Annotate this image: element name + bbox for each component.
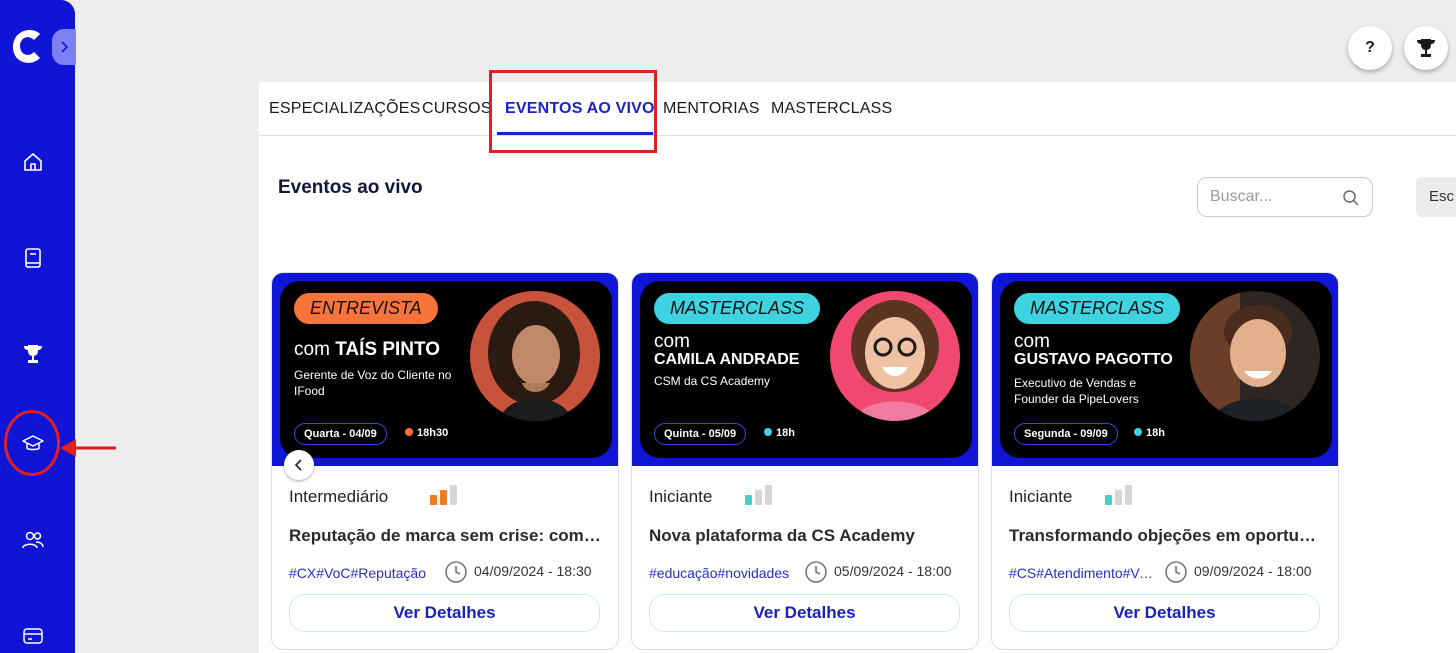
speaker-photo xyxy=(1190,291,1320,421)
event-title: Transformando objeções em oportunidades xyxy=(1009,526,1325,545)
event-datetime: 05/09/2024 - 18:00 xyxy=(834,563,952,579)
tab-mentorias[interactable]: MENTORIAS xyxy=(663,100,760,118)
event-banner[interactable]: MASTERCLASS com CAMILA ANDRADE CSM da CS… xyxy=(632,273,978,466)
sidebar-item-achievements[interactable] xyxy=(19,340,47,368)
sidebar-item-billing[interactable] xyxy=(19,622,47,650)
speaker-name: CAMILA ANDRADE xyxy=(654,351,800,368)
tab-masterclass[interactable]: MASTERCLASS xyxy=(771,100,892,118)
speaker-description: Executivo de Vendas e Founder da PipeLov… xyxy=(1014,376,1139,406)
event-day: Quarta - 04/09 xyxy=(294,423,387,445)
event-hour-text: 18h xyxy=(776,427,795,439)
sort-select[interactable]: Esc xyxy=(1416,177,1456,217)
sidebar-item-home[interactable] xyxy=(19,148,47,176)
chevron-left-icon xyxy=(294,459,302,471)
event-card: MASTERCLASS com GUSTAVO PAGOTTO Executiv… xyxy=(991,272,1339,650)
tab-cursos[interactable]: CURSOS xyxy=(422,100,492,118)
book-icon xyxy=(25,248,41,268)
view-details-button[interactable]: Ver Detalhes xyxy=(1009,594,1320,632)
annotation-tab-highlight xyxy=(489,70,657,153)
speaker-name: GUSTAVO PAGOTTO xyxy=(1014,351,1173,368)
speaker-description: Gerente de Voz do Cliente no IFood xyxy=(294,368,452,398)
event-title: Reputação de marca sem crise: como geren… xyxy=(289,526,605,545)
sidebar xyxy=(0,0,76,653)
event-type-badge: MASTERCLASS xyxy=(1014,293,1181,324)
main-panel: ESPECIALIZAÇÕES CURSOS EVENTOS AO VIVO M… xyxy=(259,82,1456,653)
event-tags: #CX#VoC#Reputação xyxy=(289,565,426,581)
speaker-prefix: com xyxy=(294,339,336,360)
speaker-photo xyxy=(830,291,960,421)
level-bars-icon xyxy=(1105,485,1132,505)
sidebar-expand-button[interactable] xyxy=(52,29,76,65)
event-tags: #CS#Atendimento#Vendas xyxy=(1009,565,1155,581)
time-dot xyxy=(764,428,772,436)
level-label: Intermediário xyxy=(289,487,389,506)
speaker-line: com TAÍS PINTO xyxy=(294,339,440,361)
clock-icon xyxy=(445,561,467,583)
event-hour: 18h xyxy=(764,427,795,439)
tab-bar: ESPECIALIZAÇÕES CURSOS EVENTOS AO VIVO M… xyxy=(259,82,1456,136)
trophy-icon xyxy=(24,345,42,363)
event-banner[interactable]: ENTREVISTA com TAÍS PINTO Gerente de Voz… xyxy=(272,273,618,466)
event-hour: 18h xyxy=(1134,427,1165,439)
event-type-badge: MASTERCLASS xyxy=(654,293,821,324)
c-logo-icon[interactable] xyxy=(10,28,44,66)
view-details-button[interactable]: Ver Detalhes xyxy=(289,594,600,632)
search-box xyxy=(1197,177,1373,217)
event-tags: #educação#novidades xyxy=(649,565,790,581)
event-hour-text: 18h xyxy=(1146,427,1165,439)
page-title: Eventos ao vivo xyxy=(278,177,423,198)
annotation-arrow-icon xyxy=(60,439,116,457)
event-datetime: 04/09/2024 - 18:30 xyxy=(474,563,592,579)
search-input[interactable] xyxy=(1210,188,1340,206)
speaker-name: TAÍS PINTO xyxy=(335,339,441,360)
help-label: ? xyxy=(1365,39,1375,56)
users-icon xyxy=(22,531,44,549)
achievements-button[interactable] xyxy=(1404,26,1448,70)
annotation-circle xyxy=(4,410,60,476)
view-details-button[interactable]: Ver Detalhes xyxy=(649,594,960,632)
level-bars-icon xyxy=(430,485,457,505)
event-datetime: 09/09/2024 - 18:00 xyxy=(1194,563,1312,579)
event-card: MASTERCLASS com CAMILA ANDRADE CSM da CS… xyxy=(631,272,979,650)
time-dot xyxy=(405,428,413,436)
speaker-photo xyxy=(470,291,600,421)
event-banner[interactable]: MASTERCLASS com GUSTAVO PAGOTTO Executiv… xyxy=(992,273,1338,466)
speaker-description: CSM da CS Academy xyxy=(654,374,771,388)
time-dot xyxy=(1134,428,1142,436)
event-day: Segunda - 09/09 xyxy=(1014,423,1118,445)
level-bars-icon xyxy=(745,485,772,505)
tab-especializacoes[interactable]: ESPECIALIZAÇÕES xyxy=(269,100,421,118)
sidebar-item-community[interactable] xyxy=(19,526,47,554)
event-card: ENTREVISTA com TAÍS PINTO Gerente de Voz… xyxy=(271,272,619,650)
event-hour-text: 18h30 xyxy=(417,427,449,439)
event-title: Nova plataforma da CS Academy xyxy=(649,526,915,545)
speaker-prefix: com xyxy=(1014,331,1050,352)
search-icon[interactable] xyxy=(1342,189,1360,207)
event-hour: 18h30 xyxy=(405,427,448,439)
chevron-right-icon xyxy=(61,41,69,53)
trophy-icon xyxy=(1417,39,1435,57)
event-type-badge: ENTREVISTA xyxy=(294,293,438,324)
sidebar-item-courses[interactable] xyxy=(19,244,47,272)
carousel-prev-button[interactable] xyxy=(284,450,314,480)
card-icon xyxy=(23,628,43,644)
help-button[interactable]: ? xyxy=(1348,26,1392,70)
speaker-prefix: com xyxy=(654,331,690,352)
home-icon xyxy=(24,153,42,171)
event-day: Quinta - 05/09 xyxy=(654,423,747,445)
clock-icon xyxy=(805,561,827,583)
level-label: Iniciante xyxy=(1009,487,1073,506)
clock-icon xyxy=(1165,561,1187,583)
level-label: Iniciante xyxy=(649,487,713,506)
